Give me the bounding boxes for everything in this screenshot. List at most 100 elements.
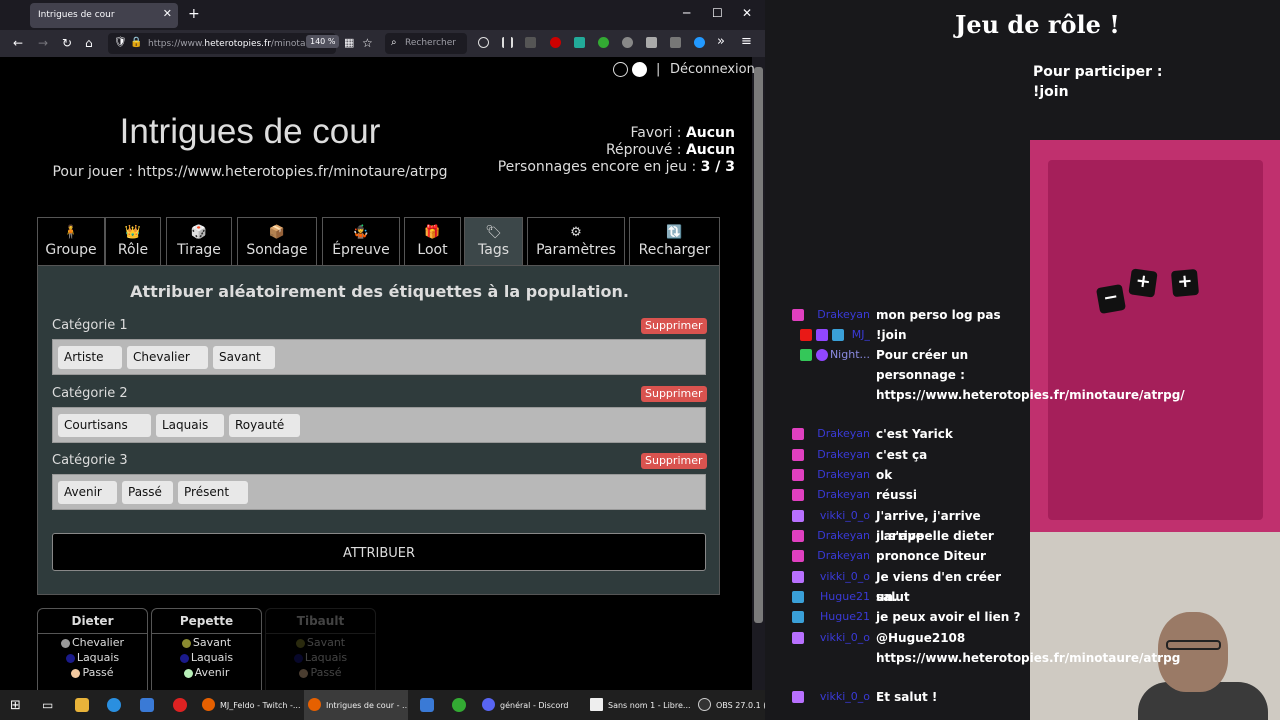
category-label: Catégorie 1 (52, 318, 128, 333)
tag-input[interactable]: Avenir Passé Présent (52, 474, 706, 510)
windows-start-icon[interactable]: ⊞ (10, 698, 21, 713)
extension-3-icon[interactable] (598, 37, 609, 48)
adblock-icon[interactable] (550, 37, 561, 48)
chrome-icon[interactable] (452, 698, 466, 712)
shield-icon[interactable]: 🛡 (114, 37, 127, 48)
chat-username[interactable]: Drakeyan (817, 305, 870, 325)
extension-1-icon[interactable] (525, 37, 536, 48)
tab-tirage[interactable]: 🎲 Tirage (166, 217, 232, 265)
delete-category-button[interactable]: Supprimer (641, 386, 707, 402)
menu-icon[interactable]: ≡ (741, 34, 752, 49)
chat-username[interactable]: Drakeyan (817, 465, 870, 485)
tab-tags[interactable]: 🏷 Tags (464, 217, 523, 265)
dark-theme-toggle[interactable] (613, 62, 628, 77)
tag-chip[interactable]: Artiste (58, 346, 122, 369)
close-tab-icon[interactable]: ✕ (163, 7, 172, 20)
overflow-chevron-icon[interactable]: » (717, 34, 725, 49)
maximize-button[interactable]: ☐ (712, 6, 723, 20)
reader-icon[interactable]: ▦ (344, 36, 354, 49)
chat-username[interactable]: Drakeyan (817, 526, 870, 546)
tag-chip[interactable]: Savant (213, 346, 275, 369)
task-view-icon[interactable]: ▭ (42, 698, 53, 712)
tab-loot[interactable]: 🎁 Loot (404, 217, 461, 265)
extension-7-icon[interactable] (694, 37, 705, 48)
reprouve-stat: Réprouvé : Aucun (606, 142, 735, 158)
close-window-button[interactable]: ✕ (742, 6, 752, 20)
delete-category-button[interactable]: Supprimer (641, 318, 707, 334)
opera-icon[interactable] (173, 698, 187, 712)
tab-epreuve[interactable]: 🤹 Épreuve (322, 217, 400, 265)
pocket-icon[interactable] (478, 37, 489, 48)
tag-chip[interactable]: Laquais (156, 414, 224, 437)
scrollbar[interactable] (752, 57, 765, 690)
tag-chip[interactable]: Courtisans (58, 414, 151, 437)
subscriber-badge-icon (792, 550, 804, 562)
zoom-level[interactable]: 140 % (306, 35, 340, 48)
tab-label: Épreuve (332, 242, 390, 258)
new-tab-button[interactable]: + (188, 6, 200, 22)
firefox-icon (308, 698, 321, 711)
extension-5-icon[interactable] (646, 37, 657, 48)
badges (792, 571, 808, 583)
taskbar-item-intrigues[interactable]: Intrigues de cour - ... (304, 690, 408, 720)
tab-role[interactable]: 👑 Rôle (105, 217, 161, 265)
tab-sondage[interactable]: 📦 Sondage (237, 217, 317, 265)
tag-chip[interactable]: Avenir (58, 481, 117, 504)
taskbar-item-twitch[interactable]: MJ_Feldo - Twitch -... (198, 690, 302, 720)
minimize-button[interactable]: ─ (683, 6, 690, 20)
bookmark-star-icon[interactable]: ☆ (362, 36, 373, 50)
edge-icon[interactable] (107, 698, 121, 712)
extension-4-icon[interactable] (622, 37, 633, 48)
chat-username[interactable]: Hugue21 (820, 607, 870, 627)
subscriber-badge-icon (792, 489, 804, 501)
taskbar-label: Intrigues de cour - ... (326, 701, 408, 710)
chat-username[interactable]: Night... (830, 345, 870, 365)
chat-username[interactable]: Hugue21 (820, 587, 870, 607)
taskbar-item-obs[interactable]: OBS 27.0.1 (64 (694, 690, 765, 720)
tag-chip[interactable]: Royauté (229, 414, 300, 437)
chat-username[interactable]: MJ_ (852, 325, 870, 345)
reload-icon[interactable]: ↻ (62, 36, 72, 50)
obs-icon (698, 698, 711, 711)
logout-link[interactable]: Déconnexion (670, 62, 755, 77)
search-input[interactable]: Rechercher (385, 33, 467, 54)
tag-input[interactable]: Courtisans Laquais Royauté (52, 407, 706, 443)
tag-chip[interactable]: Présent (178, 481, 248, 504)
favori-label: Favori : (630, 125, 686, 141)
tag-chip[interactable]: Chevalier (127, 346, 208, 369)
ballot-icon: 📦 (268, 225, 286, 240)
extension-6-icon[interactable] (670, 37, 681, 48)
chat-username[interactable]: Drakeyan (817, 445, 870, 465)
tab-parametres[interactable]: ⚙ Paramètres (527, 217, 625, 265)
chat-username[interactable]: Drakeyan (817, 485, 870, 505)
library-icon[interactable] (502, 37, 513, 48)
tag-input[interactable]: Artiste Chevalier Savant (52, 339, 706, 375)
tab-groupe[interactable]: 🧍 Groupe (37, 217, 105, 265)
assign-button[interactable]: ATTRIBUER (52, 533, 706, 571)
tag-chip[interactable]: Passé (122, 481, 173, 504)
tab-label: Loot (417, 242, 448, 258)
lock-icon[interactable]: 🔒 (130, 37, 142, 48)
forward-icon[interactable]: → (38, 36, 48, 50)
file-explorer-icon[interactable] (75, 698, 89, 712)
chat-username[interactable]: vikki_0_o (820, 687, 870, 707)
delete-category-button[interactable]: Supprimer (641, 453, 707, 469)
tab-recharger[interactable]: 🔃 Recharger (629, 217, 720, 265)
tab-label: Groupe (45, 242, 97, 258)
taskbar-item-discord[interactable]: général - Discord (478, 690, 582, 720)
app-icon[interactable] (420, 698, 434, 712)
home-icon[interactable]: ⌂ (85, 36, 93, 50)
tag-color-dot (299, 668, 309, 678)
chat-username[interactable]: vikki_0_o (820, 506, 870, 526)
chat-username[interactable]: vikki_0_o (820, 567, 870, 587)
extension-2-icon[interactable] (574, 37, 585, 48)
light-theme-toggle[interactable] (632, 62, 647, 77)
chat-username[interactable]: Drakeyan (817, 546, 870, 566)
chat-username[interactable]: vikki_0_o (820, 628, 870, 648)
browser-tab[interactable]: Intrigues de cour ✕ (30, 3, 178, 28)
chat-username[interactable]: Drakeyan (817, 424, 870, 444)
mail-icon[interactable] (140, 698, 154, 712)
scrollbar-thumb[interactable] (754, 67, 763, 623)
back-icon[interactable]: ← (13, 36, 23, 50)
taskbar-item-libreoffice[interactable]: Sans nom 1 - Libre... (586, 690, 690, 720)
